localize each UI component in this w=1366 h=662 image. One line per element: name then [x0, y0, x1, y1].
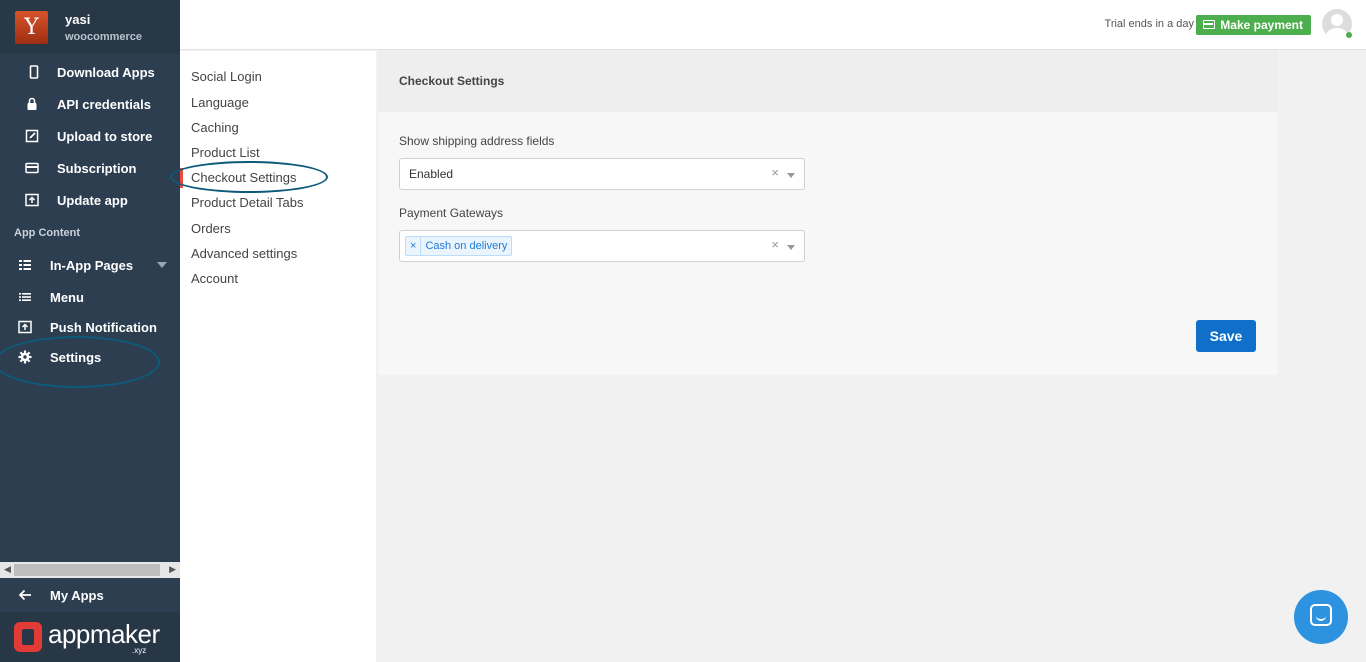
make-payment-label: Make payment [1220, 18, 1303, 32]
shipping-fields-label: Show shipping address fields [399, 134, 555, 148]
sidebar-item-upload-to-store[interactable]: Upload to store [0, 121, 180, 151]
sidebar-item-label: Menu [50, 289, 84, 305]
my-apps-link[interactable]: My Apps [0, 580, 180, 610]
trial-status: Trial ends in a day [1104, 18, 1194, 30]
credit-card-icon [1203, 20, 1216, 29]
sidebar-item-label: Upload to store [57, 128, 153, 144]
settings-submenu: Social Login Language Caching Product Li… [180, 51, 376, 662]
gear-icon [18, 350, 32, 364]
sidebar-item-in-app-pages[interactable]: In-App Pages [0, 250, 180, 280]
appmaker-logo-icon [14, 622, 42, 652]
shipping-fields-value: Enabled [409, 167, 454, 181]
submenu-item-language[interactable]: Language [191, 95, 249, 110]
app-name: yasi [65, 12, 91, 27]
phone-icon [27, 65, 41, 79]
chat-icon [1310, 604, 1332, 626]
page-title: Checkout Settings [399, 74, 505, 88]
edit-icon [25, 129, 39, 143]
credit-card-icon [25, 161, 39, 175]
lock-icon [25, 97, 39, 111]
payment-gateways-label: Payment Gateways [399, 206, 504, 220]
scroll-right-arrow-icon[interactable]: ▶ [169, 564, 176, 575]
arrow-left-icon [18, 588, 32, 602]
sidebar-item-api-credentials[interactable]: API credentials [0, 89, 180, 119]
my-apps-label: My Apps [50, 587, 104, 603]
active-item-marker [180, 168, 183, 188]
submenu-item-product-detail-tabs[interactable]: Product Detail Tabs [191, 195, 304, 210]
sidebar-item-settings[interactable]: Settings [0, 342, 180, 372]
clear-selection-icon[interactable]: × [771, 237, 779, 252]
checkout-settings-form: Show shipping address fields Enabled × P… [378, 112, 1278, 375]
scroll-left-arrow-icon[interactable]: ◀ [4, 564, 11, 575]
sidebar-item-label: In-App Pages [50, 257, 134, 273]
sidebar-item-update-app[interactable]: Update app [0, 185, 180, 215]
appmaker-logo: appmaker .xyz [0, 612, 180, 662]
sidebar-item-label: Subscription [57, 160, 137, 176]
dropdown-arrow-icon[interactable] [787, 173, 795, 178]
chat-launcher-button[interactable] [1294, 590, 1348, 644]
save-button[interactable]: Save [1196, 320, 1256, 352]
sidebar-item-label: Update app [57, 192, 128, 208]
dropdown-arrow-icon[interactable] [787, 245, 795, 250]
sidebar-item-label: Settings [50, 349, 102, 365]
make-payment-button[interactable]: Make payment [1196, 15, 1311, 35]
gateway-tag: × Cash on delivery [405, 236, 513, 256]
app-logo: Y [15, 11, 48, 44]
sidebar-item-label: API credentials [57, 96, 151, 112]
online-status-dot [1346, 32, 1352, 38]
chevron-down-icon[interactable] [157, 262, 167, 268]
gateway-tag-label: Cash on delivery [425, 240, 508, 252]
sidebar-item-push-notification[interactable]: Push Notification [0, 312, 180, 342]
scrollbar-thumb[interactable] [14, 564, 160, 576]
main-sidebar: Y yasi woocommerce Download Apps API cre… [0, 0, 180, 662]
sidebar-item-menu[interactable]: Menu [0, 282, 180, 312]
upload-icon [25, 193, 39, 207]
panel-header: Checkout Settings [378, 50, 1278, 112]
app-platform: woocommerce [65, 31, 143, 43]
remove-tag-icon[interactable]: × [406, 237, 422, 255]
grid-icon [18, 258, 32, 272]
submenu-item-orders[interactable]: Orders [191, 221, 231, 236]
submenu-item-social-login[interactable]: Social Login [191, 69, 262, 84]
submenu-item-checkout-settings[interactable]: Checkout Settings [191, 170, 297, 185]
sidebar-horizontal-scrollbar[interactable]: ◀ ▶ [0, 562, 180, 578]
sidebar-item-label: Push Notification [50, 319, 157, 335]
notification-icon [18, 320, 32, 334]
sidebar-item-download-apps[interactable]: Download Apps [0, 57, 180, 87]
app-header[interactable]: Y yasi woocommerce [0, 0, 180, 54]
sidebar-item-subscription[interactable]: Subscription [0, 153, 180, 183]
top-bar: Trial ends in a day Make payment [180, 0, 1366, 50]
payment-gateways-select[interactable]: × Cash on delivery × [399, 230, 805, 262]
brand-suffix: .xyz [132, 646, 147, 655]
sidebar-item-label: Download Apps [57, 64, 155, 80]
shipping-fields-select[interactable]: Enabled × [399, 158, 805, 190]
submenu-item-caching[interactable]: Caching [191, 120, 239, 135]
submenu-item-advanced-settings[interactable]: Advanced settings [191, 246, 297, 261]
clear-selection-icon[interactable]: × [771, 165, 779, 180]
submenu-item-product-list[interactable]: Product List [191, 145, 260, 160]
submenu-item-account[interactable]: Account [191, 271, 238, 286]
list-icon [18, 290, 32, 304]
section-header-app-content: App Content [14, 227, 80, 239]
